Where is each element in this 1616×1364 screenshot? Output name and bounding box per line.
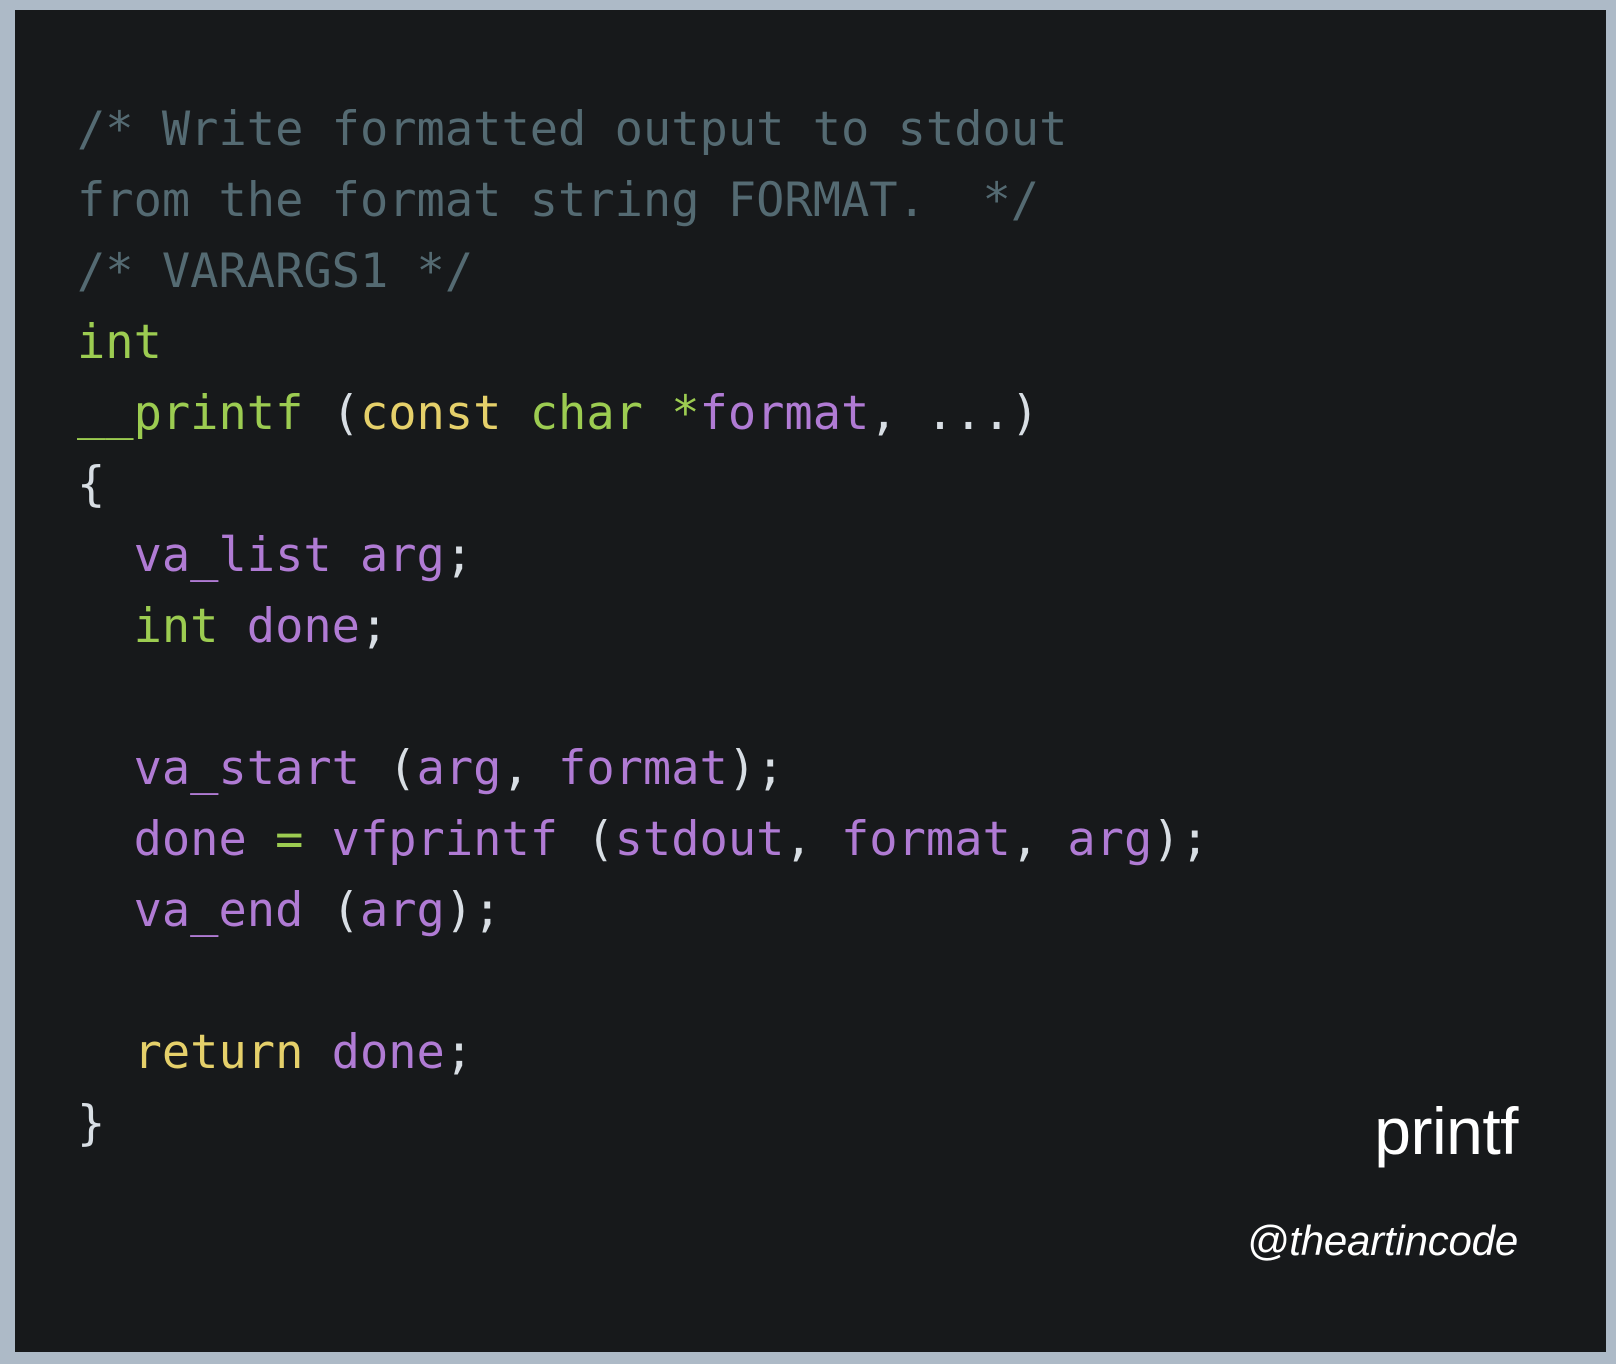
code-token-punct [501, 386, 529, 441]
code-token-punct: } [77, 1096, 106, 1151]
code-line: va_start (arg, format); [77, 733, 1209, 804]
code-token-punct [77, 812, 134, 867]
code-line: /* Write formatted output to stdout [77, 94, 1209, 165]
code-token-punct: ( [331, 386, 360, 441]
code-line: } [77, 1088, 1209, 1159]
code-token-ident: done [246, 599, 360, 654]
code-token-ident: stdout [614, 812, 785, 867]
code-line: { [77, 449, 1209, 520]
code-token-punct [77, 599, 134, 654]
code-token-ident: va_start [133, 741, 360, 796]
code-token-type: int [133, 599, 219, 654]
code-token-keyword: return [133, 1025, 304, 1080]
brand-handle: @theartincode [1246, 1217, 1518, 1264]
code-line: done = vfprintf (stdout, format, arg); [77, 804, 1209, 875]
code-token-keyword: const [359, 386, 502, 441]
code-line: /* VARARGS1 */ [77, 236, 1209, 307]
code-token-ident: done [331, 1025, 445, 1080]
code-line: return done; [77, 1017, 1209, 1088]
code-token-ident: vfprintf [331, 812, 559, 867]
code-token-punct [332, 528, 360, 583]
code-token-punct: { [77, 457, 106, 512]
code-line: int [77, 307, 1209, 378]
image-frame: /* Write formatted output to stdout from … [0, 0, 1616, 1364]
code-token-punct [77, 1025, 134, 1080]
code-token-ident: done [133, 812, 247, 867]
code-token-punct [303, 812, 331, 867]
code-token-punct [77, 741, 134, 796]
code-token-ident: va_list [133, 528, 332, 583]
code-token-punct [77, 528, 134, 583]
code-token-punct: ( [558, 812, 615, 867]
code-token-punct [247, 812, 275, 867]
code-token-op: * [671, 386, 700, 441]
code-token-comment: /* VARARGS1 */ [77, 244, 474, 299]
code-token-op: = [275, 812, 304, 867]
code-token-punct: ); [1152, 812, 1209, 867]
brand-title: printf [1374, 1094, 1518, 1168]
code-token-comment: from the format string FORMAT. */ [77, 173, 1040, 228]
code-token-ident: arg [359, 883, 445, 938]
code-line: __printf (const char *format, ...) [77, 378, 1209, 449]
code-token-ident: arg [359, 528, 445, 583]
code-line: from the format string FORMAT. */ [77, 165, 1209, 236]
code-token-punct: , [501, 741, 559, 796]
code-line: va_list arg; [77, 520, 1209, 591]
code-token-punct [303, 1025, 331, 1080]
code-token-punct: ( [359, 741, 417, 796]
code-token-punct [643, 386, 671, 441]
code-listing: /* Write formatted output to stdout from … [77, 94, 1209, 1159]
code-token-punct: ); [444, 883, 502, 938]
code-token-ident: format [699, 386, 870, 441]
code-token-ident: format [558, 741, 728, 796]
code-token-punct: ; [359, 599, 389, 654]
code-token-punct: , ...) [869, 386, 1040, 441]
code-line: int done; [77, 591, 1209, 662]
code-token-punct: ; [444, 528, 474, 583]
code-token-ident: format [841, 812, 1011, 867]
code-token-punct: ); [727, 741, 785, 796]
branding-block: printf @theartincode [1246, 1094, 1519, 1266]
code-token-ident: arg [1067, 812, 1153, 867]
code-token-type: int [77, 315, 162, 370]
code-token-punct [218, 599, 246, 654]
code-token-punct: , [784, 812, 842, 867]
code-token-func: __printf [77, 386, 304, 441]
code-token-comment: /* Write formatted output to stdout [77, 102, 1068, 157]
code-token-punct: ( [303, 883, 360, 938]
code-token-punct: ; [444, 1025, 474, 1080]
code-token-punct [77, 883, 134, 938]
code-token-type: char [529, 386, 643, 441]
code-token-ident: va_end [133, 883, 304, 938]
code-line: va_end (arg); [77, 875, 1209, 946]
code-token-ident: arg [416, 741, 502, 796]
code-token-punct [303, 386, 331, 441]
code-token-punct: , [1010, 812, 1068, 867]
code-card: /* Write formatted output to stdout from … [15, 10, 1606, 1352]
